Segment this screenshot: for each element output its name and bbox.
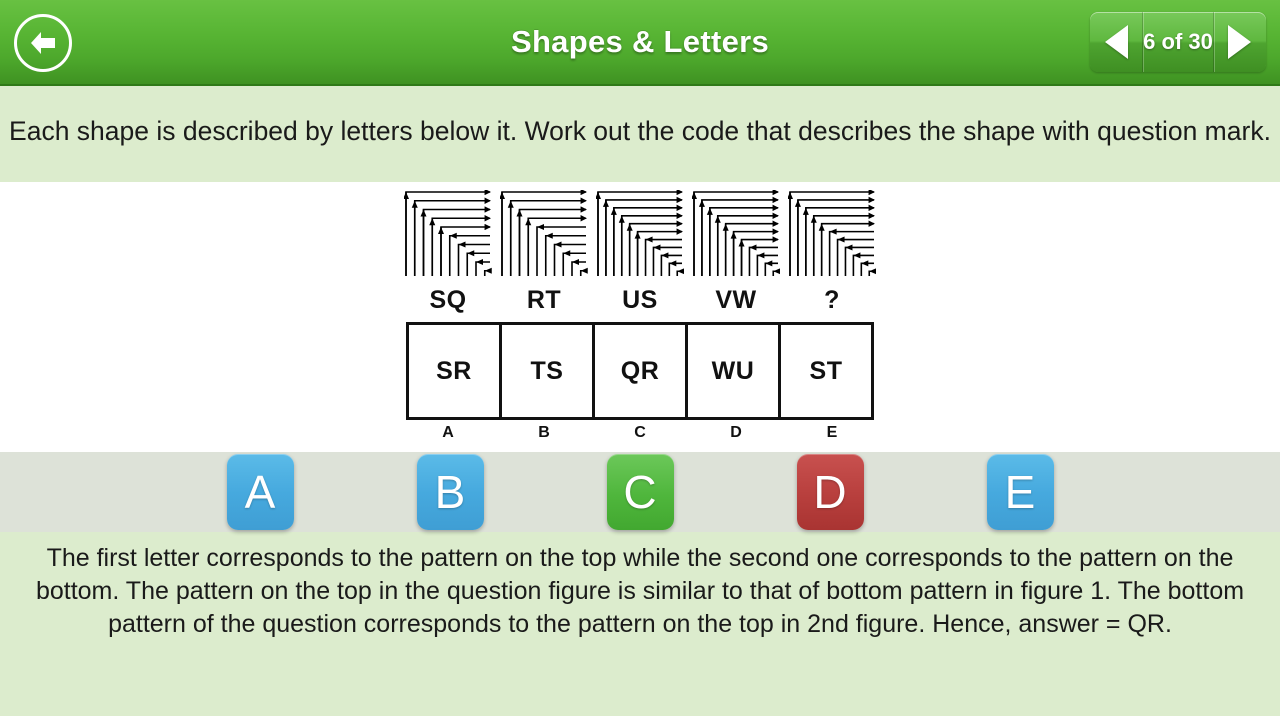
page-title: Shapes & Letters	[510, 24, 770, 59]
answer-button-b[interactable]: B	[416, 454, 484, 530]
pager: 6 of 30	[1090, 12, 1266, 72]
answer-slot: B	[355, 454, 545, 530]
answer-button-e[interactable]: E	[986, 454, 1054, 530]
nested-corner-arrows-icon	[595, 188, 685, 278]
prev-question-button[interactable]	[1090, 12, 1142, 72]
figure-row: SQ RT US VW ?	[0, 188, 1280, 315]
question-counter: 6 of 30	[1143, 29, 1213, 54]
answer-button-a[interactable]: A	[226, 454, 294, 530]
option-cell: TS	[502, 325, 595, 417]
nested-corner-arrows-icon	[403, 188, 492, 278]
answer-slot: E	[925, 454, 1115, 530]
figure-label: VW	[715, 286, 757, 314]
question-band: Each shape is described by letters below…	[0, 86, 1280, 182]
option-letter-row: A B C D E	[400, 424, 880, 442]
app-header: Shapes & Letters 6 of 30	[0, 0, 1280, 86]
answer-slot: D	[735, 454, 925, 530]
option-letter: E	[826, 424, 838, 441]
figure-item: VW	[688, 188, 784, 315]
figure-area: SQ RT US VW ? SR TS QR WU ST A B C D E	[0, 182, 1280, 452]
figure-item: US	[592, 188, 688, 315]
option-cell: ST	[809, 356, 843, 385]
option-cell: QR	[595, 325, 688, 417]
figure-item: RT	[496, 188, 592, 315]
figure-label: ?	[824, 286, 840, 314]
option-table: SR TS QR WU ST	[406, 322, 874, 420]
nested-corner-arrows-icon	[691, 188, 781, 278]
triangle-left-icon	[1104, 25, 1128, 59]
answer-button-c[interactable]: C	[606, 454, 674, 530]
nested-corner-arrows-icon	[499, 188, 588, 278]
answer-slot: C	[545, 454, 735, 530]
option-letter: A	[442, 424, 454, 441]
option-cell: SR	[409, 325, 502, 417]
answer-button-strip: A B C D E	[0, 452, 1280, 532]
figure-item: ?	[784, 188, 880, 315]
explanation-text: The first letter corresponds to the patt…	[35, 544, 1245, 638]
option-cell: WU	[688, 325, 781, 417]
answer-slot: A	[165, 454, 355, 530]
question-text: Each shape is described by letters below…	[9, 115, 1271, 146]
triangle-right-icon	[1228, 25, 1252, 59]
nested-corner-arrows-icon	[787, 188, 877, 278]
explanation-band: The first letter corresponds to the patt…	[0, 532, 1280, 716]
option-letter: B	[538, 424, 550, 441]
next-question-button[interactable]	[1214, 12, 1266, 72]
option-letter: C	[634, 424, 646, 441]
figure-label: RT	[526, 286, 562, 314]
option-letter: D	[730, 424, 742, 441]
answer-button-d[interactable]: D	[796, 454, 864, 530]
quiz-app: Shapes & Letters 6 of 30 Each shape is d…	[0, 0, 1280, 720]
option-table-wrap: SR TS QR WU ST A B C D E	[0, 322, 1280, 442]
figure-label: US	[622, 286, 658, 314]
figure-label: SQ	[429, 286, 467, 314]
figure-item: SQ	[400, 188, 496, 315]
